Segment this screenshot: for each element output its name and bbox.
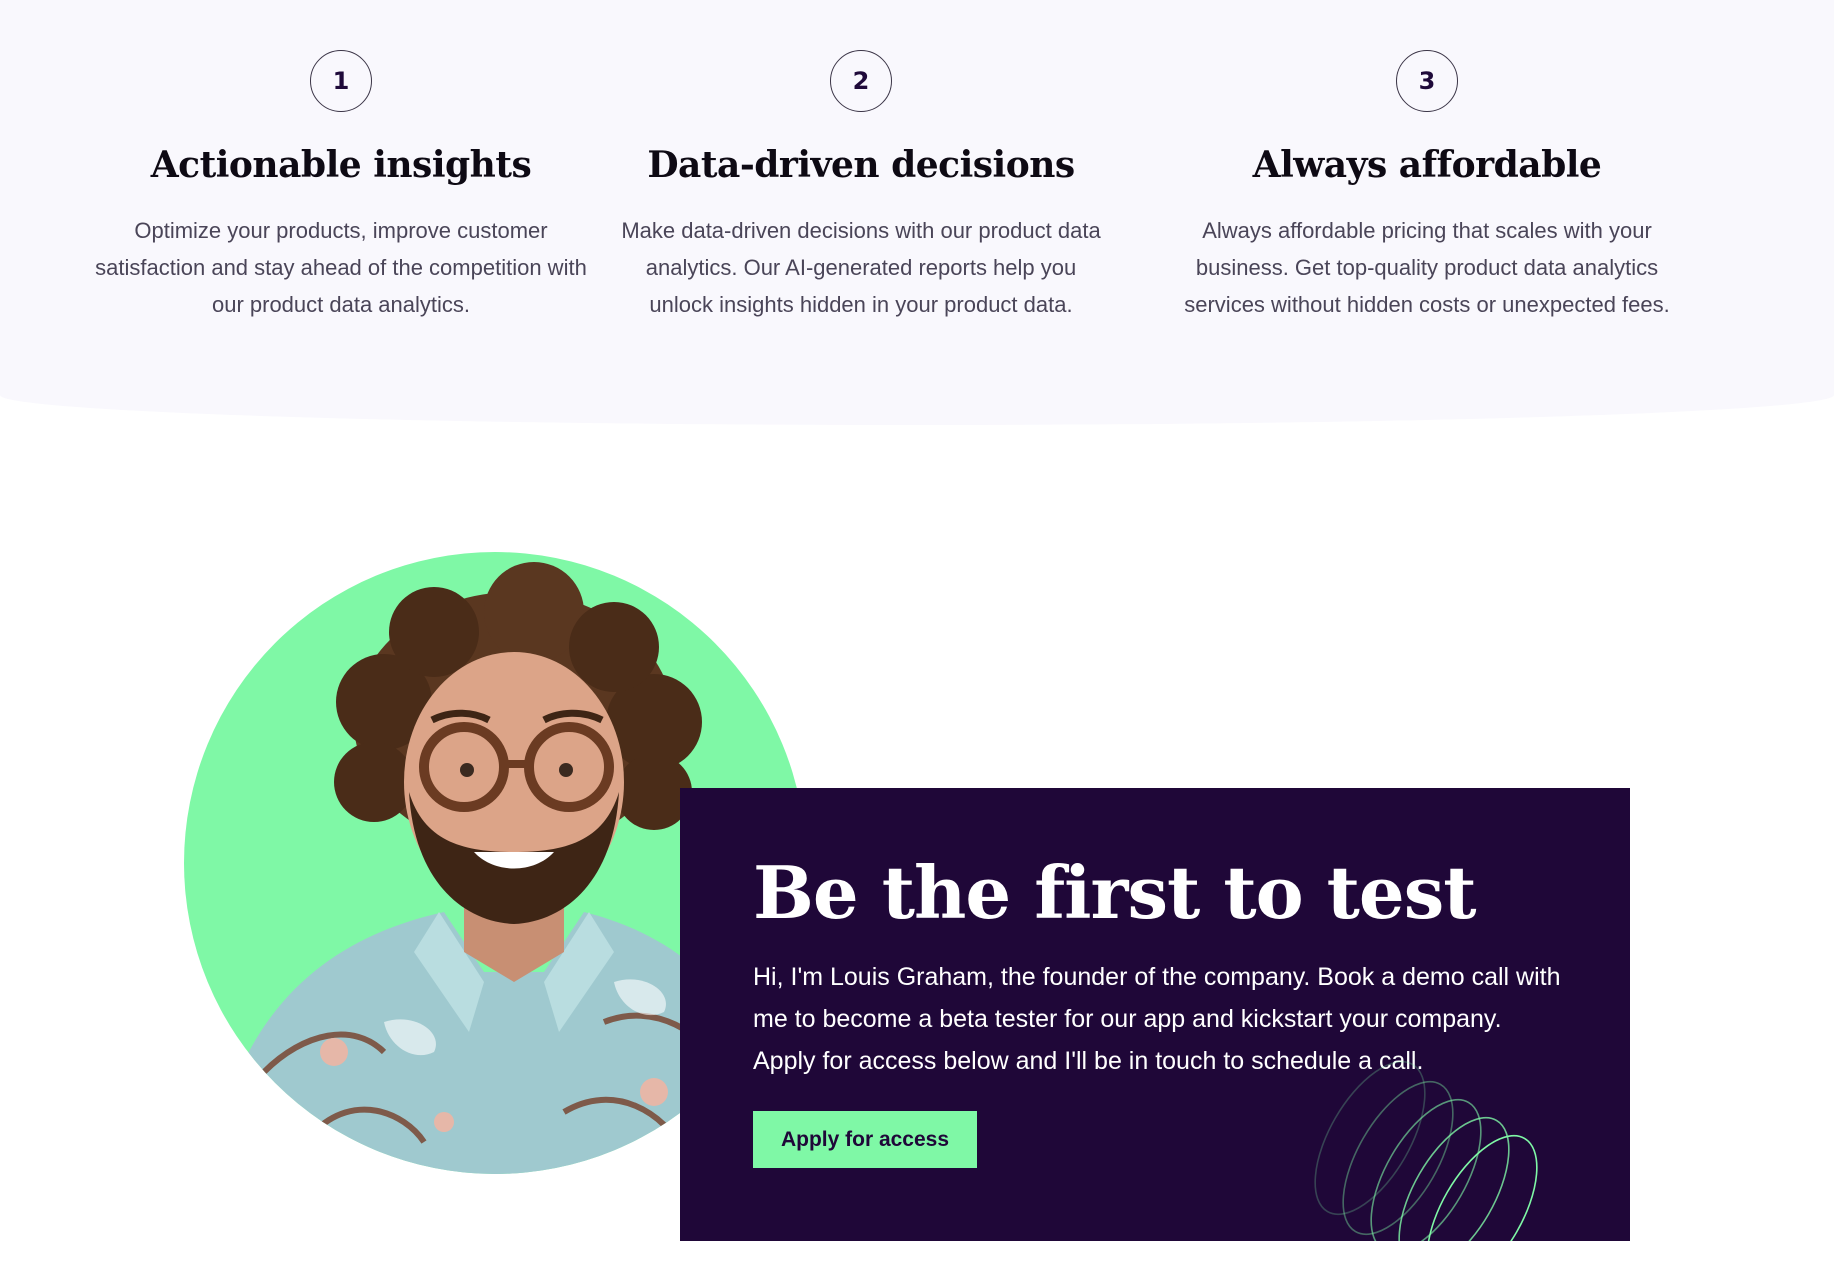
concentric-rings-icon — [1314, 1060, 1538, 1241]
feature-description: Optimize your products, improve customer… — [95, 218, 587, 317]
feature-title: Actionable insights — [150, 144, 532, 186]
apply-for-access-button[interactable]: Apply for access — [753, 1111, 977, 1168]
step-number-badge: 3 — [1396, 50, 1458, 112]
cta-card: Be the first to test Hi, I'm Louis Graha… — [680, 788, 1630, 1241]
feature-title: Always affordable — [1252, 144, 1602, 186]
feature-data-driven-decisions: 2 Data-driven decisions Make data-driven… — [601, 50, 1121, 323]
feature-description: Always affordable pricing that scales wi… — [1184, 218, 1670, 317]
step-number-badge: 1 — [310, 50, 372, 112]
feature-title: Data-driven decisions — [647, 144, 1075, 186]
features-section: 1 Actionable insights Optimize your prod… — [0, 0, 1834, 425]
feature-description: Make data-driven decisions with our prod… — [621, 218, 1101, 317]
step-number-badge: 2 — [830, 50, 892, 112]
feature-actionable-insights: 1 Actionable insights Optimize your prod… — [81, 50, 601, 323]
cta-title: Be the first to test — [753, 850, 1477, 935]
feature-always-affordable: 3 Always affordable Always affordable pr… — [1167, 50, 1687, 323]
